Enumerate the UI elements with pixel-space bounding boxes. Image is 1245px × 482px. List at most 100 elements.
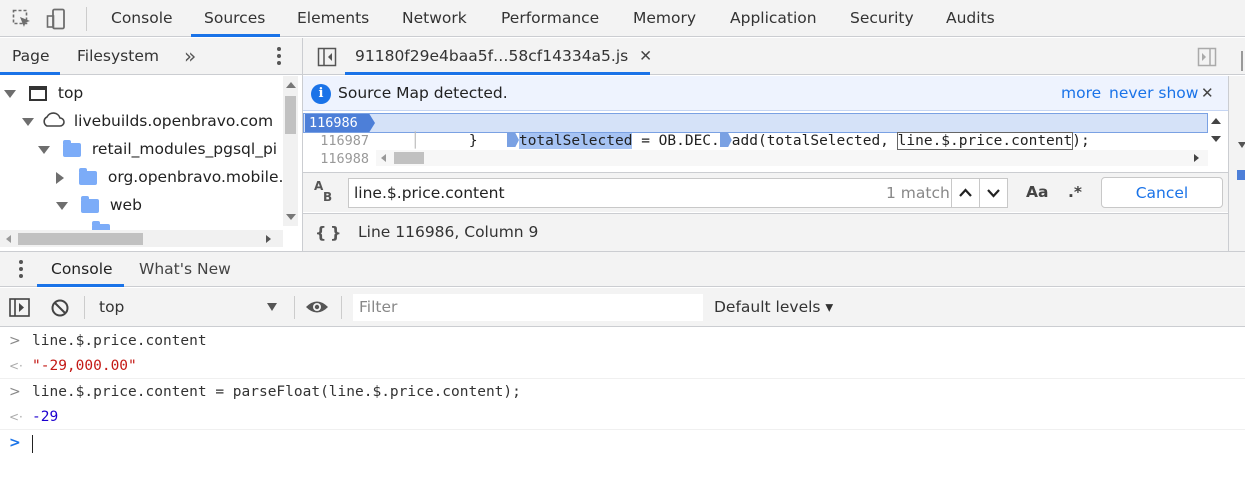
editor-file-tab[interactable]: 91180f29e4baa5f…58cf14334a5.js ✕	[355, 38, 652, 75]
file-tree: top livebuilds.openbravo.com retail_modu…	[0, 76, 302, 250]
editor-status-bar: { } Line 116986, Column 9	[303, 213, 1228, 251]
collapsed-arrow-icon[interactable]	[56, 171, 64, 184]
drawer-menu-icon[interactable]	[18, 259, 24, 279]
code-editor[interactable]: 116986 │ totalSelected = OB.DEC. add(tota…	[303, 112, 1228, 170]
pause-marker-icon	[1237, 170, 1245, 180]
scroll-down-arrow-icon[interactable]	[286, 214, 296, 220]
scroll-left-arrow-icon[interactable]	[381, 154, 386, 162]
code-token: = OB.DEC.	[632, 133, 720, 149]
console-toolbar: top Filter Default levels ▾	[0, 288, 1245, 327]
tree-item-label: org.openbravo.mobile.c	[107, 168, 292, 186]
console-result-message: <· -29	[0, 405, 1245, 430]
pretty-print-icon[interactable]: { }	[315, 214, 341, 251]
tab-application[interactable]: Application	[730, 0, 817, 37]
navigator-menu-icon[interactable]	[276, 46, 282, 66]
more-link[interactable]: more	[1061, 76, 1101, 110]
expand-arrow-icon[interactable]	[1238, 142, 1245, 148]
expanded-arrow-icon[interactable]	[56, 201, 68, 210]
tab-page[interactable]: Page	[12, 38, 50, 75]
folder-icon	[78, 167, 97, 185]
match-count: 1 match	[886, 184, 950, 202]
tab-performance[interactable]: Performance	[501, 0, 599, 37]
cursor-position: Line 116986, Column 9	[358, 223, 539, 241]
console-output[interactable]: > line.$.price.content <· "-29,000.00" >…	[0, 328, 1245, 482]
previous-match-button[interactable]	[951, 178, 980, 208]
tree-horizontal-scrollbar[interactable]	[0, 230, 283, 247]
file-tab-indicator	[345, 72, 650, 75]
tab-memory[interactable]: Memory	[633, 0, 696, 37]
more-tabs-button[interactable]: »	[184, 38, 196, 75]
drawer-tab-whats-new[interactable]: What's New	[139, 252, 231, 286]
context-selector-value: top	[99, 298, 125, 316]
tab-elements[interactable]: Elements	[297, 0, 369, 37]
console-prompt[interactable]: >	[0, 431, 1245, 456]
code-token: );	[1072, 133, 1090, 149]
scroll-up-arrow-icon[interactable]	[286, 82, 296, 88]
file-tab-label: 91180f29e4baa5f…58cf14334a5.js	[355, 47, 629, 65]
line-number[interactable]: 116987	[303, 132, 373, 150]
expanded-arrow-icon[interactable]	[22, 117, 34, 126]
breakpoint-marker-icon[interactable]	[506, 133, 519, 147]
search-query: line.$.price.content	[354, 184, 505, 202]
tree-item-label: web	[109, 196, 142, 214]
drawer-tabbar: Console What's New	[0, 251, 1245, 287]
filter-input[interactable]: Filter	[353, 294, 703, 321]
drawer-tab-console[interactable]: Console	[51, 252, 113, 286]
tree-item-label: retail_modules_pgsql_pi	[91, 140, 278, 158]
regex-button[interactable]: .*	[1068, 173, 1082, 212]
replace-toggle-icon[interactable]: AB	[314, 180, 332, 203]
close-tab-icon[interactable]: ✕	[639, 47, 652, 65]
tab-network[interactable]: Network	[402, 0, 467, 37]
input-prompt-icon: >	[9, 435, 21, 451]
tree-item-domain[interactable]: livebuilds.openbravo.com	[22, 107, 273, 135]
scrollbar-thumb[interactable]	[285, 96, 296, 134]
cancel-button[interactable]: Cancel	[1101, 177, 1223, 208]
log-levels-dropdown[interactable]: Default levels ▾	[714, 288, 833, 326]
scroll-right-arrow-icon[interactable]	[1194, 154, 1199, 162]
context-selector[interactable]: top	[99, 288, 284, 326]
tree-item-folder[interactable]: web	[56, 191, 142, 219]
chevron-up-icon	[959, 188, 972, 197]
tree-item-folder[interactable]: org.openbravo.mobile.c	[56, 163, 292, 191]
tab-audits[interactable]: Audits	[946, 0, 995, 37]
scroll-up-arrow-icon[interactable]	[1211, 118, 1221, 124]
expanded-arrow-icon[interactable]	[4, 89, 16, 98]
tab-console[interactable]: Console	[111, 0, 173, 37]
live-expression-eye-icon[interactable]	[305, 299, 329, 315]
tree-item-folder[interactable]: retail_modules_pgsql_pi	[38, 135, 277, 163]
search-input[interactable]: line.$.price.content 1 match	[348, 178, 1008, 208]
toggle-debugger-icon[interactable]	[1197, 47, 1217, 67]
device-toolbar-icon[interactable]	[46, 8, 68, 30]
tab-security[interactable]: Security	[850, 0, 914, 37]
toolbar-divider	[341, 296, 342, 319]
next-match-button[interactable]	[979, 178, 1008, 208]
tab-filesystem[interactable]: Filesystem	[77, 38, 159, 75]
line-number[interactable]: 116986	[303, 114, 373, 132]
toggle-navigator-icon[interactable]	[317, 47, 337, 67]
scrollbar-thumb[interactable]	[18, 233, 143, 245]
match-case-button[interactable]: Aa	[1026, 173, 1048, 212]
search-match-highlight: line.$.price.content	[896, 132, 1074, 150]
expanded-arrow-icon[interactable]	[38, 145, 50, 154]
scrollbar-thumb[interactable]	[394, 152, 424, 164]
sidebar-edge-line	[1241, 51, 1243, 71]
code-token: add(totalSelected,	[731, 133, 898, 149]
code-token-highlight: totalSelected	[518, 133, 633, 149]
inspect-element-icon[interactable]	[12, 9, 32, 29]
scroll-down-arrow-icon[interactable]	[1211, 136, 1221, 142]
clear-console-icon[interactable]	[50, 298, 70, 318]
scroll-right-arrow-icon[interactable]	[266, 235, 271, 243]
infobar-message: Source Map detected.	[338, 84, 508, 102]
frame-icon	[28, 86, 47, 101]
tree-vertical-scrollbar[interactable]	[283, 76, 298, 226]
tree-item-top[interactable]: top	[4, 79, 83, 107]
never-show-link[interactable]: never show	[1109, 76, 1198, 110]
line-number[interactable]: 116988	[303, 150, 373, 168]
show-sidebar-icon[interactable]	[9, 298, 30, 317]
toolbar-divider	[84, 296, 85, 319]
close-infobar-icon[interactable]: ✕	[1201, 76, 1214, 110]
editor-horizontal-scrollbar[interactable]	[376, 150, 1208, 166]
tab-sources[interactable]: Sources	[204, 0, 265, 37]
breakpoint-marker-icon[interactable]	[719, 133, 732, 147]
scroll-left-arrow-icon[interactable]	[6, 235, 11, 243]
